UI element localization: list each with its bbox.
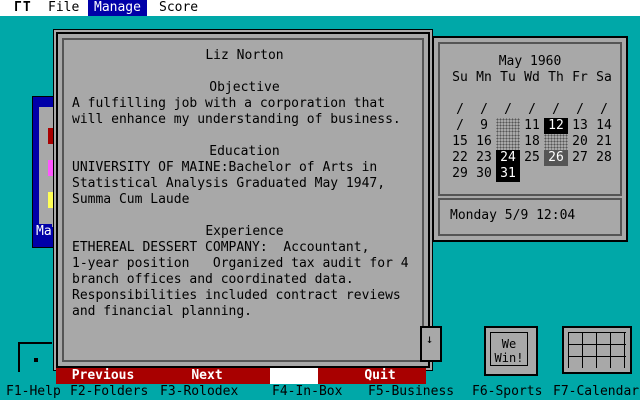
- previous-button[interactable]: Previous: [68, 368, 138, 384]
- date-readout: Monday 5/9 12:04: [450, 208, 576, 223]
- help-dot: [34, 358, 38, 362]
- color-chip-yellow: [48, 192, 56, 208]
- calendar-window: May 1960 Su Mn Tu Wd Th Fr Sa / / / / / / //9 11 12 13 14…: [432, 36, 628, 242]
- experience-text: ETHEREAL DESSERT COMPANY: Accountant, 1-…: [72, 240, 409, 319]
- applicant-name: Liz Norton: [205, 48, 284, 63]
- calendar-day[interactable]: /: [568, 102, 592, 118]
- calendar-day[interactable]: 16: [472, 134, 496, 150]
- weekday-wd: Wd: [524, 70, 540, 85]
- calendar-day[interactable]: 20: [568, 134, 592, 150]
- calendar-day[interactable]: 26: [544, 150, 568, 166]
- calendar-day[interactable]: [592, 166, 616, 182]
- sports-icon[interactable]: We Win!: [484, 326, 538, 376]
- fkey-folders[interactable]: F2-Folders: [70, 384, 148, 400]
- arrow-down-icon: ↓: [426, 332, 434, 346]
- next-button[interactable]: Next: [184, 368, 230, 384]
- calendar-day[interactable]: 13: [568, 118, 592, 134]
- inbox-tray-icon[interactable]: ↓: [420, 326, 442, 362]
- calendar-day[interactable]: 11: [520, 118, 544, 134]
- calendar-day[interactable]: [544, 134, 568, 150]
- calendar-day[interactable]: /: [592, 102, 616, 118]
- color-chip-red: [48, 128, 56, 144]
- experience-heading: Experience: [205, 224, 284, 239]
- calendar-day[interactable]: 25: [520, 150, 544, 166]
- resume-window: Liz Norton Objective A fulfilling job wit…: [56, 32, 430, 368]
- calendar-day[interactable]: 23: [472, 150, 496, 166]
- calendar-icon[interactable]: [562, 326, 632, 374]
- calendar-day[interactable]: [544, 166, 568, 182]
- calendar-day[interactable]: 27: [568, 150, 592, 166]
- calendar-icon-grid: [568, 332, 626, 368]
- calendar-day[interactable]: 22: [448, 150, 472, 166]
- education-heading: Education: [209, 144, 280, 159]
- calendar-day[interactable]: /: [496, 102, 520, 118]
- objective-heading: Objective: [209, 80, 280, 95]
- calendar-day[interactable]: 24: [496, 150, 520, 166]
- calendar-day[interactable]: 28: [592, 150, 616, 166]
- weekday-th: Th: [548, 70, 564, 85]
- calendar-day[interactable]: /: [448, 118, 472, 134]
- menu-bar: ΓT File Manage Score: [0, 0, 640, 16]
- weekday-tu: Tu: [500, 70, 516, 85]
- menu-score[interactable]: Score: [153, 0, 204, 16]
- calendar-day[interactable]: 21: [592, 134, 616, 150]
- weekday-mn: Mn: [476, 70, 492, 85]
- sports-paper: We Win!: [490, 332, 528, 366]
- help-icon[interactable]: [18, 342, 52, 372]
- app-logo: ΓT: [14, 0, 32, 15]
- date-box: Monday 5/9 12:04: [438, 198, 622, 236]
- resume-text: Liz Norton Objective A fulfilling job wit…: [72, 48, 417, 320]
- calendar-day[interactable]: 29: [448, 166, 472, 182]
- weekday-sa: Sa: [596, 70, 612, 85]
- calendar-day[interactable]: /: [472, 102, 496, 118]
- calendar-day[interactable]: 9: [472, 118, 496, 134]
- weekday-fr: Fr: [572, 70, 588, 85]
- fkey-rolodex[interactable]: F3-Rolodex: [160, 384, 238, 400]
- calendar-day[interactable]: [568, 166, 592, 182]
- fkey-calendar[interactable]: F7-Calendar: [553, 384, 639, 400]
- calendar-title: May 1960: [498, 54, 562, 69]
- calendar-day[interactable]: [496, 118, 520, 134]
- calendar-day[interactable]: /: [520, 102, 544, 118]
- calendar-day[interactable]: /: [448, 102, 472, 118]
- calendar-day[interactable]: /: [544, 102, 568, 118]
- fkey-help[interactable]: F1-Help: [6, 384, 61, 400]
- objective-text: A fulfilling job with a corporation that…: [72, 96, 401, 127]
- education-text: UNIVERSITY OF MAINE:Bachelor of Arts in …: [72, 160, 386, 207]
- function-key-bar: F1-Help F2-Folders F3-Rolodex F4-In-Box …: [0, 384, 640, 400]
- calendar-day[interactable]: [496, 134, 520, 150]
- quit-button[interactable]: Quit: [356, 368, 404, 384]
- hire-button[interactable]: Hire: [270, 368, 318, 384]
- calendar-day[interactable]: 14: [592, 118, 616, 134]
- menu-file[interactable]: File: [42, 0, 85, 16]
- calendar-day[interactable]: 15: [448, 134, 472, 150]
- calendar-day[interactable]: 30: [472, 166, 496, 182]
- action-bar: Previous Next Hire Quit: [56, 368, 426, 384]
- calendar-grid: May 1960 Su Mn Tu Wd Th Fr Sa / / / / / / //9 11 12 13 14…: [438, 42, 622, 196]
- menu-manage[interactable]: Manage: [88, 0, 147, 16]
- background-window-label: Ma: [36, 224, 52, 239]
- color-chip-magenta: [48, 160, 56, 176]
- weekday-su: Su: [452, 70, 468, 85]
- calendar-day[interactable]: 31: [496, 166, 520, 182]
- calendar-day[interactable]: [520, 166, 544, 182]
- fkey-inbox[interactable]: F4-In-Box: [272, 384, 342, 400]
- calendar-day[interactable]: 12: [544, 118, 568, 134]
- fkey-sports[interactable]: F6-Sports: [472, 384, 542, 400]
- calendar-day[interactable]: 18: [520, 134, 544, 150]
- fkey-business[interactable]: F5-Business: [368, 384, 454, 400]
